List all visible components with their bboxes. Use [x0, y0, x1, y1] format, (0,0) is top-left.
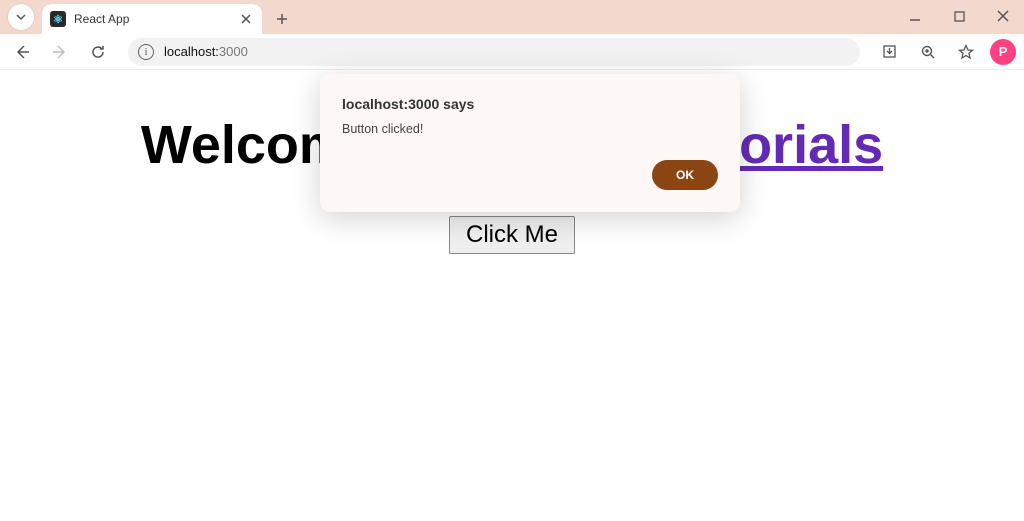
address-bar[interactable]: i localhost:3000: [128, 38, 860, 66]
alert-message: Button clicked!: [342, 122, 718, 136]
url-path: 3000: [219, 44, 248, 59]
nav-reload-button[interactable]: [84, 38, 112, 66]
tab-search-button[interactable]: [8, 4, 34, 30]
tab-close-button[interactable]: [238, 11, 254, 27]
browser-chrome: ⚛ React App: [0, 0, 1024, 70]
close-icon: [241, 14, 251, 24]
alert-title: localhost:3000 says: [342, 96, 718, 112]
plus-icon: [276, 13, 288, 25]
browser-tab-active[interactable]: ⚛ React App: [42, 4, 262, 34]
zoom-icon: [920, 44, 936, 60]
install-app-button[interactable]: [876, 38, 904, 66]
minimize-icon: [909, 10, 921, 22]
star-icon: [958, 44, 974, 60]
window-controls: [900, 4, 1018, 28]
browser-toolbar: i localhost:3000 P: [0, 34, 1024, 70]
chevron-down-icon: [15, 11, 27, 23]
js-alert-dialog: localhost:3000 says Button clicked! OK: [320, 74, 740, 212]
toolbar-right: P: [876, 38, 1016, 66]
bookmark-button[interactable]: [952, 38, 980, 66]
tab-strip: ⚛ React App: [0, 0, 1024, 34]
react-logo-icon: ⚛: [53, 13, 63, 26]
nav-forward-button[interactable]: [46, 38, 74, 66]
window-close-button[interactable]: [988, 4, 1018, 28]
close-icon: [997, 10, 1009, 22]
react-favicon: ⚛: [50, 11, 66, 27]
window-maximize-button[interactable]: [944, 4, 974, 28]
url-host: localhost:: [164, 44, 219, 59]
profile-avatar[interactable]: P: [990, 39, 1016, 65]
window-minimize-button[interactable]: [900, 4, 930, 28]
click-me-button[interactable]: Click Me: [449, 216, 575, 254]
profile-initial: P: [999, 44, 1008, 59]
site-info-icon[interactable]: i: [138, 44, 154, 60]
install-icon: [882, 44, 898, 60]
new-tab-button[interactable]: [268, 5, 296, 33]
alert-ok-button[interactable]: OK: [652, 160, 718, 190]
zoom-button[interactable]: [914, 38, 942, 66]
reload-icon: [90, 44, 106, 60]
tab-title: React App: [74, 12, 238, 26]
alert-button-row: OK: [342, 160, 718, 190]
nav-back-button[interactable]: [8, 38, 36, 66]
maximize-icon: [954, 11, 965, 22]
arrow-right-icon: [52, 44, 68, 60]
arrow-left-icon: [14, 44, 30, 60]
